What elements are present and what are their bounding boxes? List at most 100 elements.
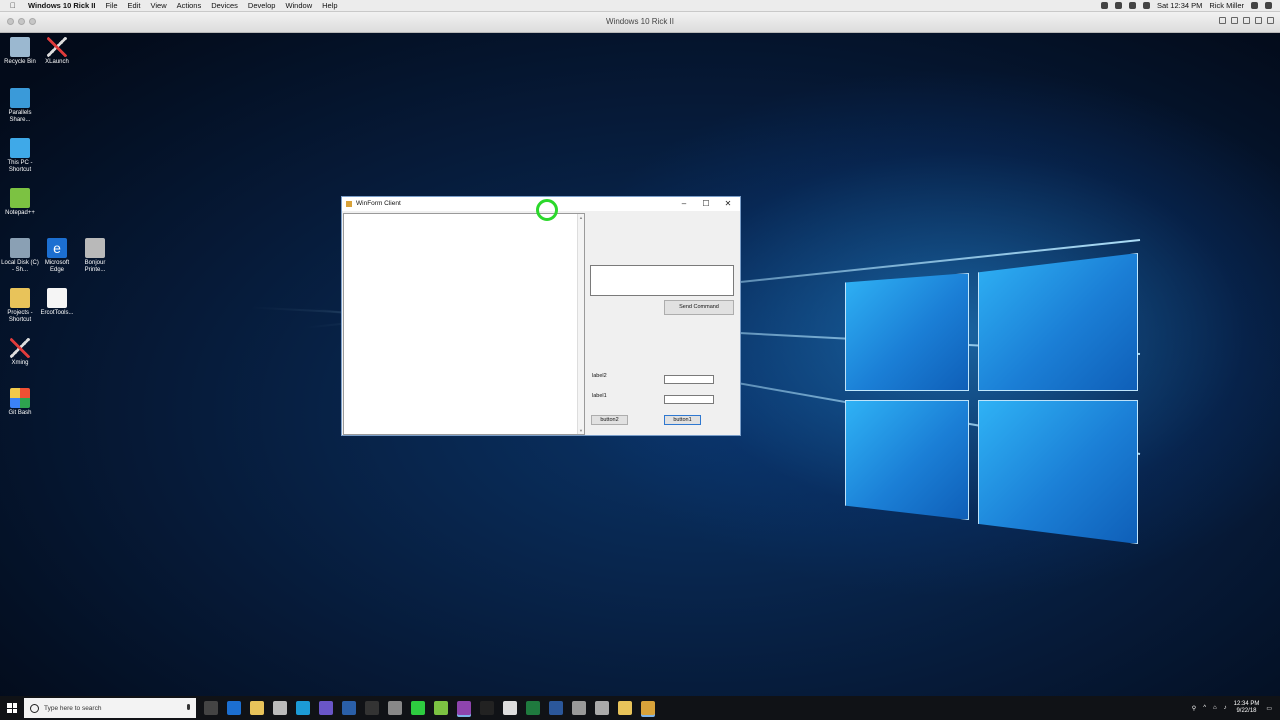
mac-menu-help[interactable]: Help: [322, 1, 337, 10]
desktop-icon-projects[interactable]: Projects - Shortcut: [1, 288, 39, 324]
minimize-button[interactable]: –: [674, 198, 694, 210]
mac-app-menu[interactable]: Windows 10 Rick II: [28, 1, 95, 10]
label1-textbox[interactable]: [664, 395, 714, 404]
document-taskbar-icon[interactable]: [572, 701, 586, 715]
powershell-icon[interactable]: [342, 701, 356, 715]
cmd-icon[interactable]: [365, 701, 379, 715]
desktop-icon-label: Local Disk (C) - Sh...: [1, 260, 39, 273]
notepad-plus-plus-taskbar-icon[interactable]: [434, 701, 448, 715]
people-icon[interactable]: ⚲: [1192, 705, 1196, 712]
task-view-icon[interactable]: [204, 701, 218, 715]
vm-toolbar-settings-icon[interactable]: [1243, 17, 1250, 24]
start-button[interactable]: [0, 696, 24, 720]
mac-menu-file[interactable]: File: [105, 1, 117, 10]
winform-title: WinForm Client: [356, 200, 401, 207]
vm-toolbar-pause-icon[interactable]: [1255, 17, 1262, 24]
action-center-icon[interactable]: ▭: [1266, 705, 1272, 712]
taskbar-search-box[interactable]: Type here to search: [24, 698, 196, 718]
desktop-icon-recycle-bin[interactable]: Recycle Bin: [1, 37, 39, 66]
mac-clock[interactable]: Sat 12:34 PM: [1157, 1, 1202, 10]
cloud-icon[interactable]: [503, 701, 517, 715]
close-button[interactable]: ✕: [718, 198, 738, 210]
wifi-icon[interactable]: [1100, 2, 1108, 9]
vm-toolbar-fullscreen-icon[interactable]: [1267, 17, 1274, 24]
excel-icon[interactable]: [526, 701, 540, 715]
listbox-scrollbar[interactable]: ▲ ▼: [577, 214, 584, 434]
printer-icon: [85, 238, 105, 258]
xlaunch-icon: [47, 37, 67, 57]
winform-client-taskbar-icon[interactable]: [641, 701, 655, 715]
parallels-status-icon[interactable]: [1114, 2, 1122, 9]
git-bash-icon: [10, 388, 30, 408]
taskbar-clock[interactable]: 12:34 PM 9/22/18: [1234, 701, 1260, 715]
label2-textbox[interactable]: [664, 375, 714, 384]
desktop-icon-label: Xming: [11, 360, 29, 366]
file-explorer-icon[interactable]: [250, 701, 264, 715]
desktop-icon-local-disk[interactable]: Local Disk (C) - Sh...: [1, 238, 39, 274]
vm-tool-icon[interactable]: [388, 701, 402, 715]
vm-toolbar: [1219, 17, 1274, 24]
mac-menubar:  Windows 10 Rick II File Edit View Acti…: [0, 0, 1280, 12]
this-pc-icon: [10, 138, 30, 158]
wallpaper-pane: [978, 253, 1138, 391]
mac-menu-develop[interactable]: Develop: [248, 1, 276, 10]
settings-gear-icon[interactable]: [273, 701, 287, 715]
mac-menu-edit[interactable]: Edit: [128, 1, 141, 10]
desktop-icon-ercottools[interactable]: ErcotTools...: [38, 288, 76, 317]
output-listbox[interactable]: ▲ ▼: [343, 213, 585, 435]
volume-icon[interactable]: [1128, 2, 1136, 9]
recycle-bin-icon: [10, 37, 30, 57]
search-placeholder: Type here to search: [44, 704, 102, 712]
folder-taskbar-icon[interactable]: [618, 701, 632, 715]
desktop-icon-xming[interactable]: Xming: [1, 338, 39, 367]
taskbar-time: 12:34 PM: [1233, 701, 1260, 707]
desktop-icon-this-pc[interactable]: This PC - Shortcut: [1, 138, 39, 174]
microphone-icon[interactable]: [187, 704, 190, 710]
winform-app-icon: [346, 201, 352, 207]
mac-menu-devices[interactable]: Devices: [211, 1, 238, 10]
scroll-up-icon[interactable]: ▲: [579, 215, 583, 220]
spotlight-search-icon[interactable]: [1251, 2, 1258, 9]
mac-menu-actions[interactable]: Actions: [177, 1, 202, 10]
button1[interactable]: button1: [664, 415, 701, 425]
visual-studio-icon[interactable]: [457, 701, 471, 715]
network-tool-icon[interactable]: [595, 701, 609, 715]
desktop-icon-xlaunch[interactable]: XLaunch: [38, 37, 76, 66]
mac-menu-window[interactable]: Window: [285, 1, 312, 10]
mac-user[interactable]: Rick Miller: [1209, 1, 1244, 10]
store-icon[interactable]: [319, 701, 333, 715]
vm-toolbar-keyboard-icon[interactable]: [1219, 17, 1226, 24]
git-icon[interactable]: [411, 701, 425, 715]
search-icon: [30, 703, 39, 713]
desktop-icon-label: XLaunch: [45, 59, 69, 65]
desktop-icon-edge[interactable]: e Microsoft Edge: [38, 238, 76, 274]
command-input[interactable]: [590, 265, 734, 296]
ie-icon[interactable]: [296, 701, 310, 715]
maximize-button[interactable]: ☐: [696, 198, 716, 210]
vm-toolbar-devices-icon[interactable]: [1231, 17, 1238, 24]
show-hidden-icons-icon[interactable]: ^: [1203, 705, 1206, 711]
desktop-icon-git-bash[interactable]: Git Bash: [1, 388, 39, 417]
notification-center-icon[interactable]: [1265, 2, 1272, 9]
battery-icon[interactable]: [1142, 2, 1150, 9]
desktop-icon-label: Notepad++: [5, 210, 35, 216]
desktop-icon-label: Microsoft Edge: [44, 260, 70, 273]
send-command-button[interactable]: Send Command: [664, 300, 734, 315]
scroll-down-icon[interactable]: ▼: [579, 428, 583, 433]
desktop-icon-notepad-plus-plus[interactable]: Notepad++: [1, 188, 39, 217]
wallpaper-pane: [845, 273, 969, 391]
edge-taskbar-icon[interactable]: [227, 701, 241, 715]
label1: label1: [592, 393, 607, 399]
network-icon[interactable]: ⌂: [1213, 705, 1217, 711]
terminal-icon[interactable]: [480, 701, 494, 715]
word-icon[interactable]: [549, 701, 563, 715]
edge-icon: e: [47, 238, 67, 258]
folder-icon: [10, 288, 30, 308]
desktop-icon-bonjour-printer[interactable]: Bonjour Printe...: [76, 238, 114, 274]
mac-menu-view[interactable]: View: [150, 1, 166, 10]
button2[interactable]: button2: [591, 415, 628, 425]
label2: label2: [592, 373, 607, 379]
apple-menu-icon[interactable]: : [10, 1, 20, 10]
desktop-icon-parallels-share[interactable]: Parallels Share...: [1, 88, 39, 124]
volume-tray-icon[interactable]: ♪: [1224, 705, 1227, 711]
